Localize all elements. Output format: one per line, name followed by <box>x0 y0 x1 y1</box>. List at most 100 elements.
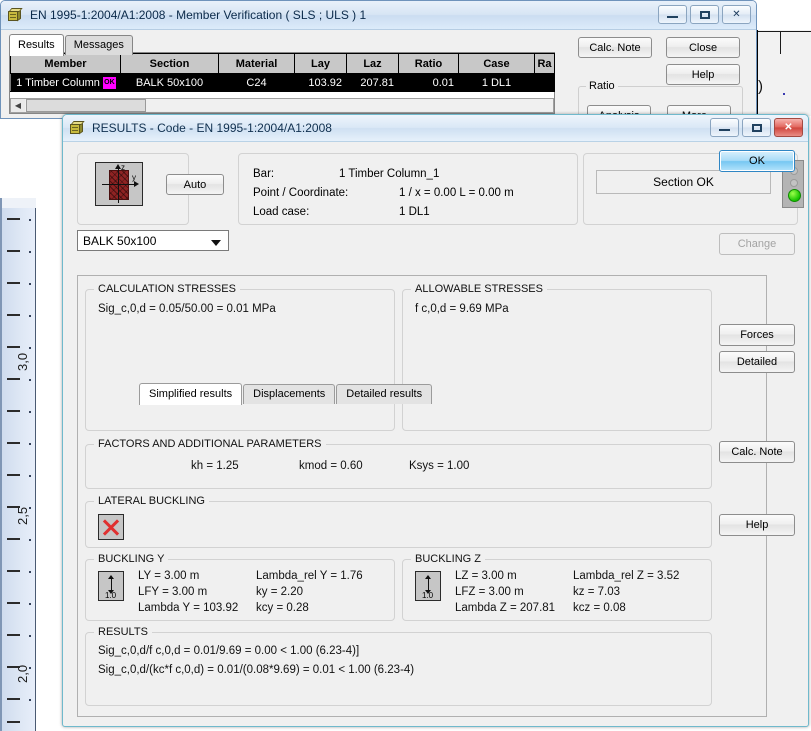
maximize-icon[interactable] <box>690 5 719 24</box>
tab-results[interactable]: Results <box>9 34 64 56</box>
tab-detailed-results[interactable]: Detailed results <box>336 384 433 404</box>
col-member[interactable]: Member <box>10 53 121 74</box>
vertical-ruler[interactable]: 3,0 2,5 2,0 <box>0 208 36 731</box>
results-grid-hscrollbar[interactable]: ◀ <box>10 98 554 113</box>
calculation-stresses-line-1: Sig_c,0,d = 0.05/50.00 = 0.01 MPa <box>98 303 276 315</box>
box-icon <box>70 121 85 135</box>
cell-case[interactable]: 1 DL1 <box>458 73 535 92</box>
buckling-length-icon[interactable]: 1.0 <box>415 571 441 601</box>
close-icon[interactable]: ✕ <box>774 118 803 137</box>
traffic-lamp-green <box>788 189 801 202</box>
auto-button[interactable]: Auto <box>166 174 224 195</box>
change-button: Change <box>719 233 795 255</box>
buckling-y-kcy: kcy = 0.28 <box>256 602 309 614</box>
buckling-z-kz: kz = 7.03 <box>573 586 620 598</box>
bg-close-button[interactable]: Close <box>666 37 740 58</box>
col-section[interactable]: Section <box>120 53 219 74</box>
status-text: Section OK <box>596 170 771 194</box>
factors-group: FACTORS AND ADDITIONAL PARAMETERS kh = 1… <box>85 438 712 489</box>
tab-messages[interactable]: Messages <box>64 35 133 55</box>
minimize-icon[interactable] <box>658 5 687 24</box>
tab-displacements[interactable]: Displacements <box>243 384 336 404</box>
col-laz[interactable]: Laz <box>346 53 399 74</box>
bar-info-group: Bar: 1 Timber Column_1 Point / Coordinat… <box>238 153 578 225</box>
buckling-z-lz: LZ = 3.00 m <box>455 570 517 582</box>
loadcase-label: Load case: <box>253 206 310 218</box>
dialog-help-button[interactable]: Help <box>719 514 795 536</box>
cell-laz[interactable]: 207.81 <box>346 73 399 92</box>
results-code-dialog: RESULTS - Code - EN 1995-1:2004/A1:2008 … <box>62 114 809 727</box>
dialog-body: z y Auto BALK 50x100 Bar: 1 Timber Colum… <box>63 141 808 726</box>
buckling-z-icon-value: 1.0 <box>422 591 434 600</box>
axis-z-label: z <box>121 163 125 172</box>
ok-button[interactable]: OK <box>719 150 795 172</box>
scroll-left-arrow[interactable]: ◀ <box>11 99 25 112</box>
buckling-y-group: BUCKLING Y 1.0 LY = 3.00 m LFY = 3.00 m … <box>85 553 395 621</box>
box-icon <box>8 8 23 22</box>
bg-window-title: EN 1995-1:2004/A1:2008 - Member Verifica… <box>30 8 367 22</box>
calculation-stresses-legend: CALCULATION STRESSES <box>94 283 240 295</box>
lateral-buckling-legend: LATERAL BUCKLING <box>94 495 209 507</box>
bg-window-titlebar[interactable]: EN 1995-1:2004/A1:2008 - Member Verifica… <box>1 1 756 30</box>
maximize-icon[interactable] <box>742 118 771 137</box>
cell-member-text: 1 Timber Column <box>16 76 100 89</box>
section-combo-value: BALK 50x100 <box>83 233 157 248</box>
col-case[interactable]: Case <box>458 53 535 74</box>
traffic-lamp-yellow <box>790 179 798 187</box>
forces-button[interactable]: Forces <box>719 324 795 346</box>
cross-section-icon[interactable]: z y <box>95 162 143 206</box>
bg-calc-note-button[interactable]: Calc. Note <box>578 37 652 58</box>
detailed-button[interactable]: Detailed <box>719 351 795 373</box>
col-lay[interactable]: Lay <box>294 53 347 74</box>
dialog-title: RESULTS - Code - EN 1995-1:2004/A1:2008 <box>92 121 332 135</box>
table-header-row: Member Section Material Lay Laz Ratio Ca… <box>10 53 555 74</box>
factor-kh: kh = 1.25 <box>191 460 239 472</box>
allowable-stresses-legend: ALLOWABLE STRESSES <box>411 283 547 295</box>
cell-ra[interactable] <box>534 73 555 92</box>
buckling-y-lambda: Lambda Y = 103.92 <box>138 602 239 614</box>
bg-help-button[interactable]: Help <box>666 64 740 85</box>
buckling-y-ky: ky = 2.20 <box>256 586 303 598</box>
buckling-y-icon-value: 1.0 <box>105 591 117 600</box>
dialog-calc-note-button[interactable]: Calc. Note <box>719 441 795 463</box>
cell-member[interactable]: 1 Timber Column OK <box>10 73 121 92</box>
tab-simplified-results[interactable]: Simplified results <box>139 383 243 405</box>
section-combo[interactable]: BALK 50x100 <box>77 230 229 251</box>
buckling-y-ly: LY = 3.00 m <box>138 570 200 582</box>
factor-ksys: Ksys = 1.00 <box>409 460 470 472</box>
results-group: RESULTS Sig_c,0,d/f c,0,d = 0.01/9.69 = … <box>85 626 712 706</box>
buckling-z-lfz: LFZ = 3.00 m <box>455 586 524 598</box>
buckling-z-legend: BUCKLING Z <box>411 553 486 565</box>
red-x-icon[interactable] <box>98 514 124 540</box>
chevron-down-icon[interactable] <box>211 240 221 246</box>
section-preview-group: z y Auto <box>77 153 224 225</box>
cell-material[interactable]: C24 <box>218 73 295 92</box>
cell-section[interactable]: BALK 50x100 <box>120 73 219 92</box>
results-line-1: Sig_c,0,d/f c,0,d = 0.01/9.69 = 0.00 < 1… <box>98 645 360 657</box>
document-page-strip: ) <box>757 30 811 129</box>
axis-y-label: y <box>132 173 136 182</box>
ruler-top-strip <box>0 198 36 208</box>
close-icon[interactable]: ✕ <box>722 5 751 24</box>
cell-lay[interactable]: 103.92 <box>294 73 347 92</box>
ruler-label-3-0: 3,0 <box>15 352 30 371</box>
col-ra[interactable]: Ra <box>534 53 555 74</box>
col-material[interactable]: Material <box>218 53 295 74</box>
member-verification-window: EN 1995-1:2004/A1:2008 - Member Verifica… <box>0 0 757 126</box>
dialog-titlebar[interactable]: RESULTS - Code - EN 1995-1:2004/A1:2008 … <box>63 115 808 142</box>
minimize-icon[interactable] <box>710 118 739 137</box>
cell-ratio[interactable]: 0.01 <box>398 73 459 92</box>
table-row[interactable]: 1 Timber Column OK BALK 50x100 C24 103.92… <box>10 73 555 92</box>
buckling-z-kcz: kcz = 0.08 <box>573 602 626 614</box>
bar-label: Bar: <box>253 168 275 180</box>
dialog-tabstrip: Simplified results Displacements Detaile… <box>139 382 433 405</box>
scroll-thumb[interactable] <box>26 99 146 112</box>
ratio-group-legend: Ratio <box>586 80 618 92</box>
ruler-label-2-5: 2,5 <box>15 506 30 525</box>
factor-kmod: kmod = 0.60 <box>299 460 363 472</box>
allowable-stresses-group: ALLOWABLE STRESSES f c,0,d = 9.69 MPa <box>402 283 712 431</box>
results-legend: RESULTS <box>94 626 152 638</box>
buckling-y-legend: BUCKLING Y <box>94 553 169 565</box>
col-ratio[interactable]: Ratio <box>398 53 459 74</box>
buckling-length-icon[interactable]: 1.0 <box>98 571 124 601</box>
